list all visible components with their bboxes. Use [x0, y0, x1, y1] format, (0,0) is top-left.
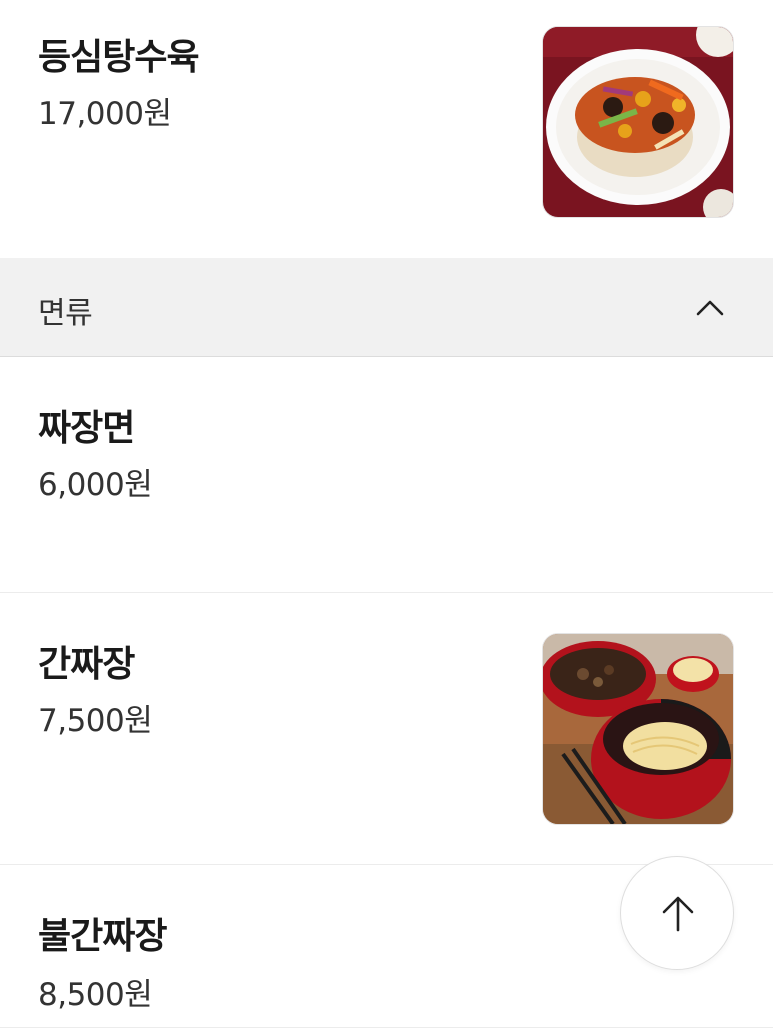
menu-item-photo[interactable] — [542, 26, 734, 218]
menu-item-price: 17,000원 — [38, 96, 172, 132]
menu-item-name: 짜장면 — [38, 408, 135, 449]
menu-item-price: 7,500원 — [38, 703, 153, 739]
category-header-noodles[interactable]: 면류 — [0, 258, 773, 357]
menu-item[interactable]: 짜장면 6,000원 — [0, 357, 773, 593]
menu-item-price: 8,500원 — [38, 977, 153, 1013]
category-label: 면류 — [38, 296, 93, 331]
scroll-to-top-button[interactable] — [620, 856, 734, 970]
menu-item[interactable]: 등심탕수육 17,000원 — [0, 0, 773, 258]
menu-item-name: 간짜장 — [38, 644, 135, 685]
chevron-up-icon[interactable] — [690, 288, 730, 328]
menu-item-name: 등심탕수육 — [38, 37, 200, 78]
menu-item-price: 6,000원 — [38, 467, 153, 503]
menu-item-name: 불간짜장 — [38, 916, 167, 957]
arrow-up-icon — [662, 896, 694, 932]
menu-item[interactable]: 간짜장 7,500원 — [0, 593, 773, 865]
menu-item-photo[interactable] — [542, 633, 734, 825]
